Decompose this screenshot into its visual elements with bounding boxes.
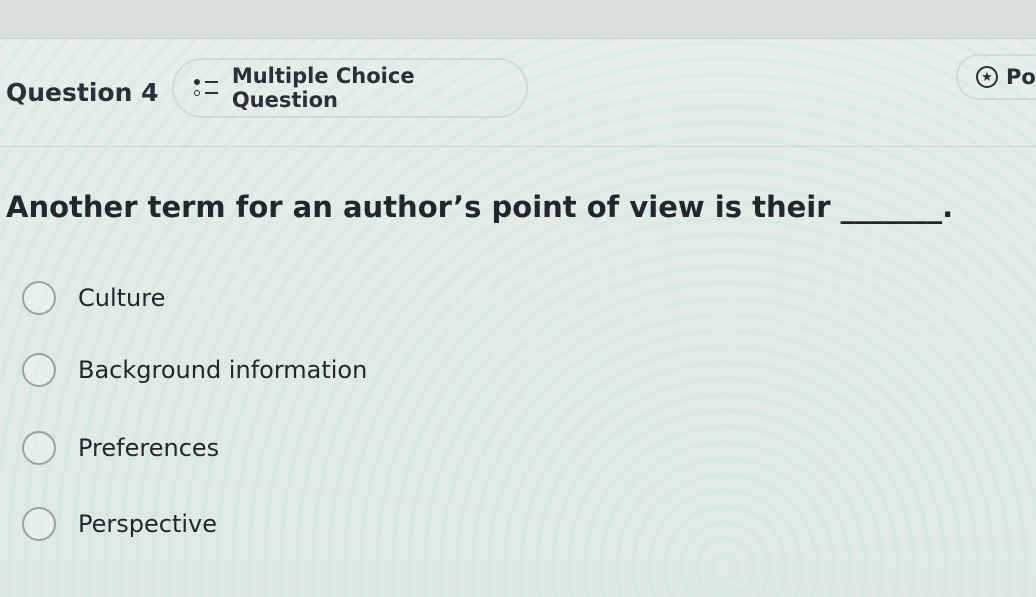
question-header: Question 4 Multiple Choice Question ★ Po — [0, 52, 1036, 132]
list-icon — [194, 77, 220, 99]
choice-culture[interactable]: Culture — [22, 278, 165, 318]
choice-label: Background information — [78, 356, 368, 384]
question-type-badge: Multiple Choice Question — [172, 58, 528, 118]
radio-button[interactable] — [22, 281, 56, 315]
question-prompt: Another term for an author’s point of vi… — [6, 190, 954, 224]
star-circle-icon: ★ — [976, 66, 998, 88]
points-badge: ★ Po — [956, 54, 1036, 100]
choice-label: Culture — [78, 284, 166, 312]
divider — [0, 146, 1036, 147]
choice-label: Perspective — [78, 510, 217, 538]
choice-background-information[interactable]: Background information — [22, 350, 367, 390]
radio-button[interactable] — [22, 507, 56, 541]
choice-perspective[interactable]: Perspective — [22, 504, 217, 544]
points-label: Po — [1006, 65, 1036, 89]
question-number: Question 4 — [6, 78, 159, 107]
choice-preferences[interactable]: Preferences — [22, 428, 219, 468]
choice-label: Preferences — [78, 434, 220, 462]
radio-button[interactable] — [22, 353, 56, 387]
radio-button[interactable] — [22, 431, 56, 465]
top-band — [0, 0, 1036, 39]
question-type-label: Multiple Choice Question — [231, 64, 415, 112]
